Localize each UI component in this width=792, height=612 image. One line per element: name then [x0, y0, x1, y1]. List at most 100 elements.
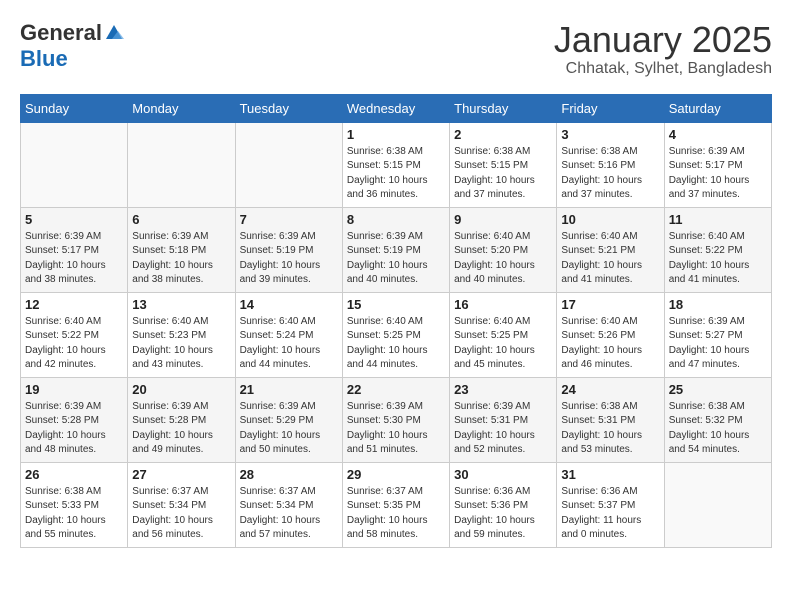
- day-number: 14: [240, 297, 338, 312]
- calendar-cell: 1Sunrise: 6:38 AM Sunset: 5:15 PM Daylig…: [342, 122, 449, 207]
- calendar-cell: 11 Sunrise: 6:40 AM Sunset: 5:22 PM Dayli…: [664, 207, 771, 292]
- day-info: Sunrise: 6:40 AM Sunset: 5:22 PM Dayligh…: [25, 315, 123, 373]
- day-info: Sunrise: 6:40 AM Sunset: 5:20 PM Dayligh…: [454, 230, 552, 288]
- calendar-cell: 31 Sunrise: 6:36 AM Sunset: 5:37 PM Dayli…: [557, 462, 664, 547]
- day-number: 24: [561, 382, 659, 397]
- day-info: Sunrise: 6:37 AM Sunset: 5:34 PM Dayligh…: [240, 485, 338, 543]
- day-info: Sunrise: 6:36 AM Sunset: 5:36 PM Dayligh…: [454, 485, 552, 543]
- day-number: 7: [240, 212, 338, 227]
- weekday-header-thursday: Thursday: [450, 94, 557, 122]
- calendar-cell: 18 Sunrise: 6:39 AM Sunset: 5:27 PM Dayli…: [664, 292, 771, 377]
- logo-general-text: General: [20, 20, 102, 46]
- day-info: Sunrise: 6:40 AM Sunset: 5:24 PM Dayligh…: [240, 315, 338, 373]
- day-number: 26: [25, 467, 123, 482]
- calendar-cell: 26 Sunrise: 6:38 AM Sunset: 5:33 PM Dayli…: [21, 462, 128, 547]
- calendar-cell: 9Sunrise: 6:40 AM Sunset: 5:20 PM Daylig…: [450, 207, 557, 292]
- calendar-cell: 29Sunrise: 6:37 AM Sunset: 5:35 PM Dayli…: [342, 462, 449, 547]
- day-info: Sunrise: 6:40 AM Sunset: 5:23 PM Dayligh…: [132, 315, 230, 373]
- calendar-cell: 25 Sunrise: 6:38 AM Sunset: 5:32 PM Dayli…: [664, 377, 771, 462]
- title-section: January 2025 Chhatak, Sylhet, Bangladesh: [554, 20, 772, 78]
- page-header: General Blue January 2025 Chhatak, Sylhe…: [20, 20, 772, 78]
- day-number: 25: [669, 382, 767, 397]
- logo-icon: [104, 23, 124, 43]
- day-info: Sunrise: 6:39 AM Sunset: 5:17 PM Dayligh…: [669, 145, 767, 203]
- weekday-header-saturday: Saturday: [664, 94, 771, 122]
- calendar-cell: [664, 462, 771, 547]
- day-number: 1: [347, 127, 445, 142]
- day-info: Sunrise: 6:39 AM Sunset: 5:29 PM Dayligh…: [240, 400, 338, 458]
- calendar-cell: 7 Sunrise: 6:39 AM Sunset: 5:19 PM Daylig…: [235, 207, 342, 292]
- day-number: 27: [132, 467, 230, 482]
- day-info: Sunrise: 6:40 AM Sunset: 5:21 PM Dayligh…: [561, 230, 659, 288]
- calendar-cell: 20 Sunrise: 6:39 AM Sunset: 5:28 PM Dayli…: [128, 377, 235, 462]
- day-number: 3: [561, 127, 659, 142]
- weekday-header-sunday: Sunday: [21, 94, 128, 122]
- calendar-cell: 30 Sunrise: 6:36 AM Sunset: 5:36 PM Dayli…: [450, 462, 557, 547]
- weekday-header-tuesday: Tuesday: [235, 94, 342, 122]
- calendar-cell: [128, 122, 235, 207]
- day-number: 30: [454, 467, 552, 482]
- day-info: Sunrise: 6:39 AM Sunset: 5:19 PM Dayligh…: [240, 230, 338, 288]
- day-number: 22: [347, 382, 445, 397]
- day-number: 19: [25, 382, 123, 397]
- day-info: Sunrise: 6:39 AM Sunset: 5:19 PM Dayligh…: [347, 230, 445, 288]
- day-info: Sunrise: 6:39 AM Sunset: 5:31 PM Dayligh…: [454, 400, 552, 458]
- calendar-cell: [21, 122, 128, 207]
- day-info: Sunrise: 6:39 AM Sunset: 5:17 PM Dayligh…: [25, 230, 123, 288]
- day-number: 17: [561, 297, 659, 312]
- day-number: 5: [25, 212, 123, 227]
- day-info: Sunrise: 6:38 AM Sunset: 5:16 PM Dayligh…: [561, 145, 659, 203]
- calendar-cell: 21 Sunrise: 6:39 AM Sunset: 5:29 PM Dayli…: [235, 377, 342, 462]
- calendar-cell: [235, 122, 342, 207]
- day-info: Sunrise: 6:39 AM Sunset: 5:30 PM Dayligh…: [347, 400, 445, 458]
- day-info: Sunrise: 6:40 AM Sunset: 5:25 PM Dayligh…: [347, 315, 445, 373]
- day-number: 15: [347, 297, 445, 312]
- day-number: 23: [454, 382, 552, 397]
- calendar-cell: 12 Sunrise: 6:40 AM Sunset: 5:22 PM Dayli…: [21, 292, 128, 377]
- day-info: Sunrise: 6:38 AM Sunset: 5:15 PM Dayligh…: [454, 145, 552, 203]
- calendar-cell: 13 Sunrise: 6:40 AM Sunset: 5:23 PM Dayli…: [128, 292, 235, 377]
- calendar-cell: 2 Sunrise: 6:38 AM Sunset: 5:15 PM Daylig…: [450, 122, 557, 207]
- calendar-cell: 4Sunrise: 6:39 AM Sunset: 5:17 PM Daylig…: [664, 122, 771, 207]
- day-info: Sunrise: 6:37 AM Sunset: 5:34 PM Dayligh…: [132, 485, 230, 543]
- day-number: 2: [454, 127, 552, 142]
- logo: General Blue: [20, 20, 124, 72]
- day-info: Sunrise: 6:39 AM Sunset: 5:28 PM Dayligh…: [25, 400, 123, 458]
- calendar-cell: 28 Sunrise: 6:37 AM Sunset: 5:34 PM Dayli…: [235, 462, 342, 547]
- calendar-subtitle: Chhatak, Sylhet, Bangladesh: [554, 60, 772, 78]
- calendar-cell: 5 Sunrise: 6:39 AM Sunset: 5:17 PM Daylig…: [21, 207, 128, 292]
- day-info: Sunrise: 6:40 AM Sunset: 5:22 PM Dayligh…: [669, 230, 767, 288]
- day-info: Sunrise: 6:38 AM Sunset: 5:33 PM Dayligh…: [25, 485, 123, 543]
- calendar-cell: 27 Sunrise: 6:37 AM Sunset: 5:34 PM Dayli…: [128, 462, 235, 547]
- weekday-header-wednesday: Wednesday: [342, 94, 449, 122]
- weekday-header-monday: Monday: [128, 94, 235, 122]
- logo-blue-text: Blue: [20, 46, 68, 71]
- day-number: 16: [454, 297, 552, 312]
- day-number: 20: [132, 382, 230, 397]
- day-number: 18: [669, 297, 767, 312]
- calendar-cell: 23 Sunrise: 6:39 AM Sunset: 5:31 PM Dayli…: [450, 377, 557, 462]
- calendar-cell: 6 Sunrise: 6:39 AM Sunset: 5:18 PM Daylig…: [128, 207, 235, 292]
- day-number: 13: [132, 297, 230, 312]
- calendar-cell: 15 Sunrise: 6:40 AM Sunset: 5:25 PM Dayli…: [342, 292, 449, 377]
- day-info: Sunrise: 6:40 AM Sunset: 5:26 PM Dayligh…: [561, 315, 659, 373]
- day-info: Sunrise: 6:39 AM Sunset: 5:27 PM Dayligh…: [669, 315, 767, 373]
- day-number: 8: [347, 212, 445, 227]
- day-info: Sunrise: 6:39 AM Sunset: 5:28 PM Dayligh…: [132, 400, 230, 458]
- day-number: 28: [240, 467, 338, 482]
- calendar-cell: 14 Sunrise: 6:40 AM Sunset: 5:24 PM Dayli…: [235, 292, 342, 377]
- day-info: Sunrise: 6:38 AM Sunset: 5:32 PM Dayligh…: [669, 400, 767, 458]
- day-number: 31: [561, 467, 659, 482]
- calendar-table: SundayMondayTuesdayWednesdayThursdayFrid…: [20, 94, 772, 548]
- day-info: Sunrise: 6:38 AM Sunset: 5:31 PM Dayligh…: [561, 400, 659, 458]
- day-number: 29: [347, 467, 445, 482]
- day-info: Sunrise: 6:36 AM Sunset: 5:37 PM Dayligh…: [561, 485, 659, 543]
- weekday-header-friday: Friday: [557, 94, 664, 122]
- day-info: Sunrise: 6:39 AM Sunset: 5:18 PM Dayligh…: [132, 230, 230, 288]
- day-number: 12: [25, 297, 123, 312]
- day-info: Sunrise: 6:40 AM Sunset: 5:25 PM Dayligh…: [454, 315, 552, 373]
- day-number: 6: [132, 212, 230, 227]
- day-number: 21: [240, 382, 338, 397]
- day-number: 11: [669, 212, 767, 227]
- day-number: 10: [561, 212, 659, 227]
